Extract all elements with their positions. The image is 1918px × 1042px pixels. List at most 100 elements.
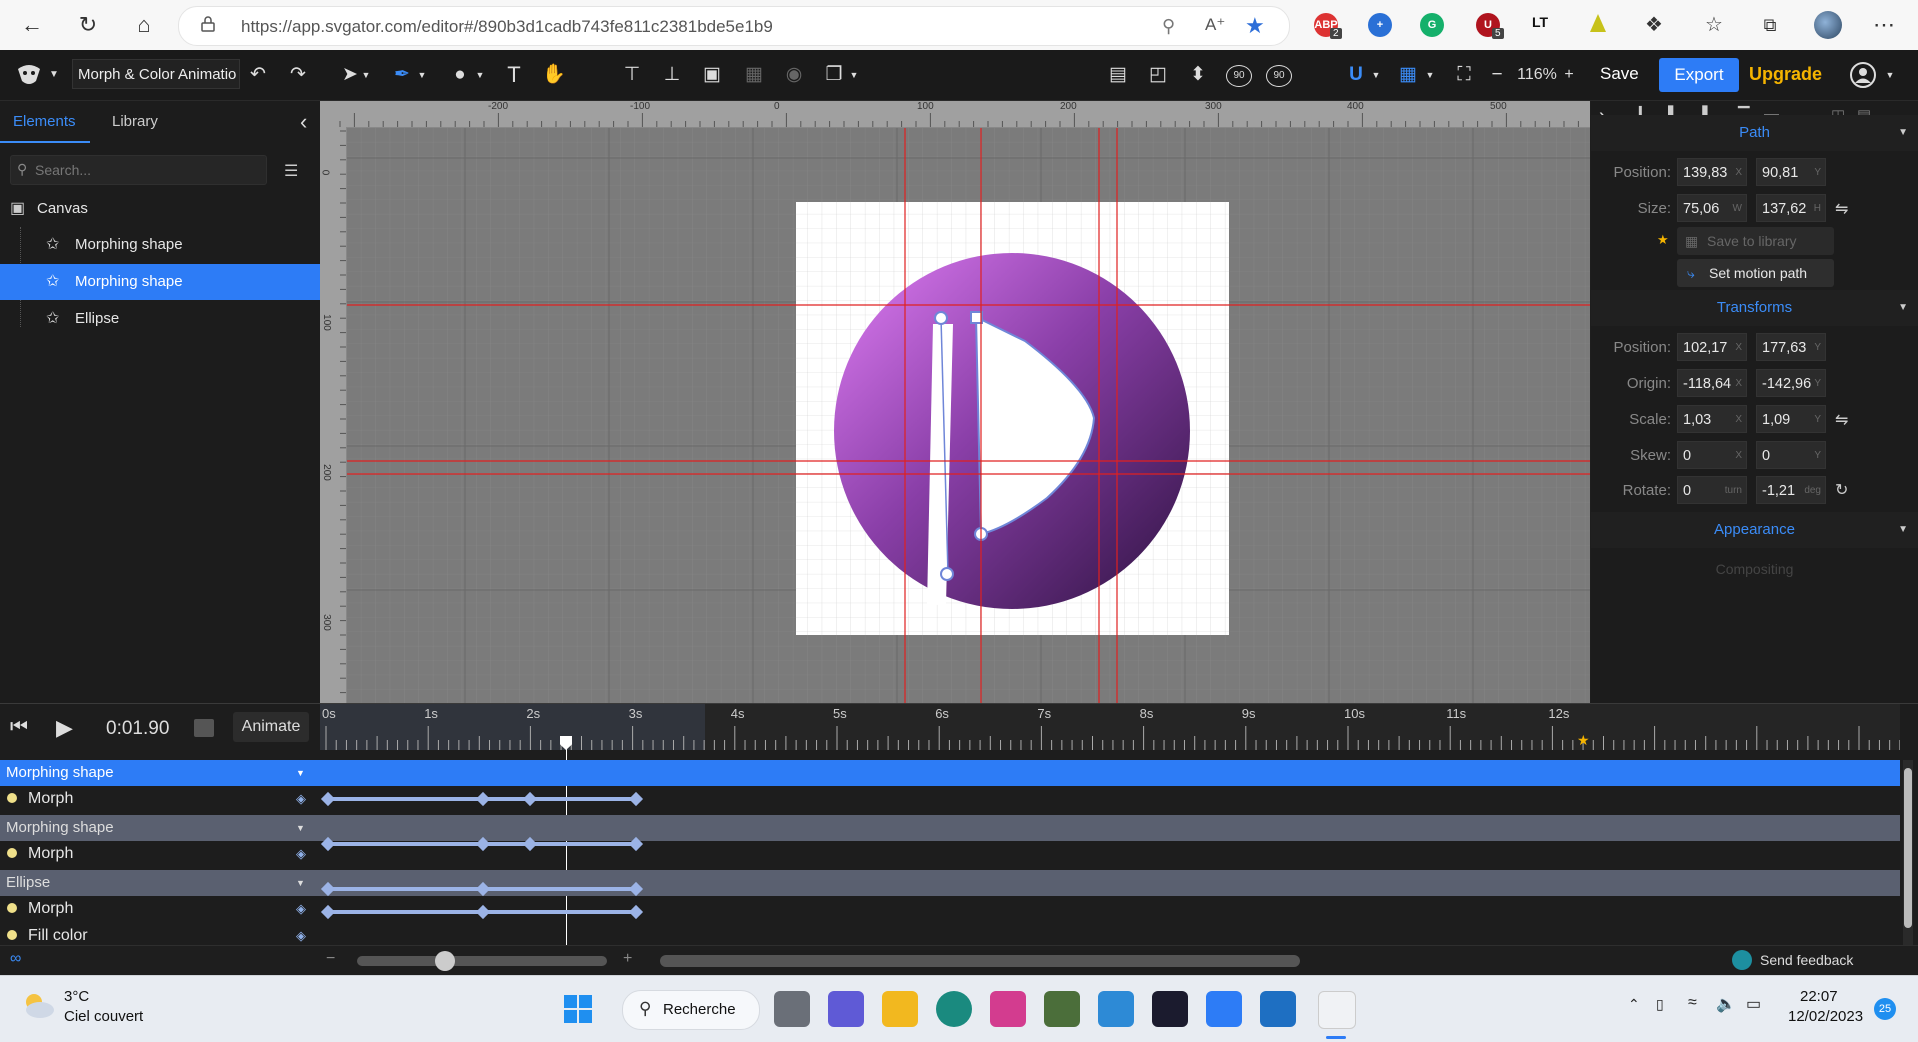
fit-to-screen-icon[interactable]: ⛶ (1452, 63, 1476, 87)
clock-time[interactable]: 22:07 (1800, 988, 1838, 1005)
zoom-in-button[interactable]: + (1562, 63, 1576, 87)
size-width-field[interactable]: 75,06 W (1677, 194, 1747, 222)
animate-button[interactable]: Animate (233, 712, 309, 742)
group-icon[interactable]: ▦ (742, 63, 766, 87)
todo-check-icon[interactable] (1206, 991, 1242, 1027)
link-icon[interactable]: ∞ (10, 950, 21, 968)
keyframe-diamond[interactable] (320, 904, 336, 920)
bulb-icon[interactable] (7, 848, 17, 858)
transform-position-x-field[interactable]: 102,17 X (1677, 333, 1747, 361)
teams-chat-icon[interactable] (828, 991, 864, 1027)
origin-x-field[interactable]: -118,64 X (1677, 369, 1747, 397)
rotate-ccw-90-icon[interactable]: 90 (1226, 65, 1252, 87)
section-compositing-title[interactable]: Compositing (1591, 561, 1918, 577)
skew-x-field[interactable]: 0X (1677, 441, 1747, 469)
home-icon[interactable]: ⌂ (130, 11, 158, 39)
anchor-point[interactable] (934, 311, 948, 325)
chevron-down-icon[interactable]: ▼ (296, 815, 305, 841)
zoom-out-button[interactable]: − (1490, 63, 1504, 87)
extension-plus-icon[interactable]: + (1368, 13, 1392, 37)
profile-avatar[interactable] (1814, 11, 1842, 39)
wifi-icon[interactable]: ≈ (1688, 994, 1697, 1012)
transform-position-y-field[interactable]: 177,63 Y (1756, 333, 1826, 361)
add-keyframe-icon[interactable]: ◈ (296, 841, 306, 867)
redo-icon[interactable]: ↷ (286, 63, 310, 87)
feedback-icon[interactable] (1732, 950, 1752, 970)
timeline-zoom-out-button[interactable]: − (326, 950, 335, 968)
magnet-snap-icon[interactable]: U (1344, 63, 1368, 87)
azure-icon[interactable] (1098, 991, 1134, 1027)
timeline-scrollbar-thumb[interactable] (1904, 768, 1912, 928)
favorite-star-icon[interactable]: ★ (1245, 13, 1265, 39)
zoom-level[interactable]: 116% (1512, 63, 1562, 87)
align-middle-icon[interactable]: ⊥ (660, 63, 684, 87)
loop-icon[interactable] (194, 719, 214, 737)
chevron-down-icon[interactable]: ▼ (296, 760, 305, 786)
keyframe-diamond[interactable] (475, 881, 491, 897)
address-bar[interactable]: https://app.svgator.com/editor#/890b3d1c… (178, 6, 1290, 46)
origin-y-field[interactable]: -142,96 Y (1756, 369, 1826, 397)
transform-box-icon[interactable]: ▤ (1106, 63, 1130, 87)
time-ruler[interactable]: 0s 1s 2s 3s 4s 5s 6s 7s 8s 9s 10s 11s 12s ★ (320, 704, 1900, 750)
key-icon[interactable]: ⚲ (1162, 16, 1175, 37)
section-transforms-title[interactable]: Transforms ▼ (1591, 290, 1918, 326)
timeline-zoom-slider[interactable] (357, 951, 607, 971)
rotate-turn-field[interactable]: 0 turn (1677, 476, 1747, 504)
keyframe-diamond[interactable] (475, 904, 491, 920)
edge-browser-icon[interactable] (936, 991, 972, 1027)
mask-icon[interactable]: ◉ (782, 63, 806, 87)
chevron-down-icon[interactable]: ▼ (1424, 63, 1436, 87)
taskbar-search[interactable]: ⚲ Recherche (622, 990, 760, 1030)
flip-horizontal-icon[interactable]: ◰ (1146, 63, 1170, 87)
select-tool-icon[interactable]: ➤ (340, 63, 360, 87)
path-position-x-field[interactable]: 139,83 X (1677, 158, 1747, 186)
chevron-down-icon[interactable]: ▼ (474, 63, 486, 87)
bulb-icon[interactable] (7, 903, 17, 913)
hand-tool-icon[interactable]: ✋ (542, 63, 566, 87)
scale-x-field[interactable]: 1,03 X (1677, 405, 1747, 433)
rotate-cw-90-icon[interactable]: 90 (1266, 65, 1292, 87)
keyframe-diamond[interactable] (475, 791, 491, 807)
fit-icon[interactable]: ▣ (700, 63, 724, 87)
battery-icon[interactable]: ▭ (1746, 994, 1761, 1014)
layer-options-icon[interactable]: ☰ (284, 161, 298, 181)
notification-badge[interactable]: 25 (1874, 998, 1896, 1020)
path-position-y-field[interactable]: 90,81 Y (1756, 158, 1826, 186)
skip-to-start-icon[interactable]: ⏮ (10, 716, 28, 739)
link-scale-icon[interactable]: ⇋ (1835, 410, 1848, 430)
task-view-icon[interactable] (774, 991, 810, 1027)
svgator-logo-icon[interactable] (14, 63, 44, 87)
keyframe-diamond[interactable] (522, 836, 538, 852)
tab-elements[interactable]: Elements (13, 113, 76, 130)
section-appearance-title[interactable]: Appearance ▼ (1591, 512, 1918, 548)
canvas-area[interactable]: -200 -100 0 100 200 300 400 500 0 100 20… (320, 101, 1590, 703)
export-button[interactable]: Export (1659, 58, 1739, 92)
reload-icon[interactable]: ↻ (74, 11, 102, 39)
back-icon[interactable]: ← (18, 11, 46, 39)
volume-icon[interactable]: 🔈 (1716, 994, 1736, 1014)
end-marker-star-icon[interactable]: ★ (1577, 732, 1590, 749)
keyframe-diamond[interactable] (320, 836, 336, 852)
keyframe-diamond[interactable] (522, 791, 538, 807)
weather-cloud-icon[interactable] (20, 990, 56, 1020)
anchor-point-selected[interactable] (970, 311, 983, 324)
timeline-scrollbar-track[interactable] (1903, 760, 1913, 946)
bulb-icon[interactable] (7, 930, 17, 940)
rotate-handle-icon[interactable]: ↻ (1835, 480, 1848, 500)
current-time[interactable]: 0:01.90 (106, 718, 169, 740)
keyframe-diamond[interactable] (628, 904, 644, 920)
extension-warning-icon[interactable] (1590, 14, 1606, 32)
instagram-icon[interactable] (990, 991, 1026, 1027)
align-top-icon[interactable]: ⊤ (620, 63, 644, 87)
chevron-down-icon[interactable]: ▼ (848, 63, 860, 87)
chevron-down-icon[interactable]: ▼ (296, 870, 305, 896)
keyframe-diamond[interactable] (628, 791, 644, 807)
play-icon[interactable]: ▶ (56, 715, 73, 741)
keyframe-diamond[interactable] (475, 836, 491, 852)
tree-item-morphing-shape[interactable]: ✩ Morphing shape (0, 227, 320, 263)
chevron-down-icon[interactable]: ▼ (1884, 63, 1896, 87)
save-to-library-button[interactable]: ▦ Save to library (1677, 227, 1834, 255)
flip-vertical-icon[interactable]: ⬍ (1186, 63, 1210, 87)
chevron-down-icon[interactable]: ▼ (48, 63, 60, 87)
keyframe-diamond[interactable] (628, 881, 644, 897)
